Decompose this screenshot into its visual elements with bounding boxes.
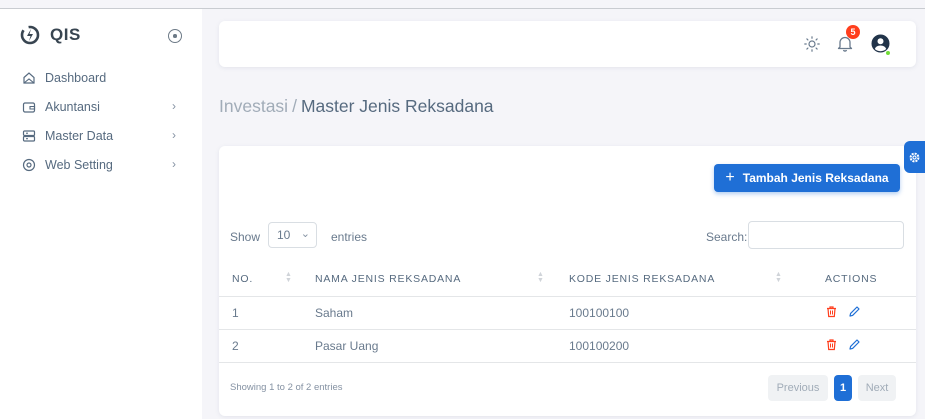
edit-pencil-icon[interactable] (848, 305, 861, 318)
cell-nama: Saham (303, 296, 557, 330)
breadcrumb-parent[interactable]: Investasi (219, 96, 288, 116)
cell-no: 2 (219, 329, 303, 363)
column-header-nama[interactable]: NAMA JENIS REKSADANA ▲ ▼ (303, 262, 557, 297)
entries-per-page-select[interactable]: 10 ⌄ (268, 222, 317, 248)
chevron-right-icon: › (172, 157, 176, 171)
settings-gear-icon (909, 152, 920, 162)
column-header-no[interactable]: NO. ▲ ▼ (219, 262, 303, 297)
sort-icon: ▲ ▼ (775, 271, 783, 284)
sidebar-item-label: Dashboard (45, 71, 107, 85)
brand[interactable]: QIS (20, 25, 81, 45)
search-input[interactable] (748, 221, 904, 249)
table-row: 2 Pasar Uang 100100200 (219, 329, 916, 363)
data-table: NO. ▲ ▼ NAMA JENIS REKSADANA ▲ ▼ KODE JENI… (219, 262, 916, 363)
table-header-row: NO. ▲ ▼ NAMA JENIS REKSADANA ▲ ▼ KODE JENI… (219, 262, 916, 297)
cog-icon (21, 158, 36, 173)
delete-trash-icon[interactable] (825, 305, 838, 318)
chevron-right-icon: › (172, 128, 176, 142)
notification-count-badge: 5 (846, 25, 860, 39)
column-header-label: NO. (232, 272, 254, 285)
page-title: Master Jenis Reksadana (300, 96, 494, 116)
search-label: Search: (706, 230, 748, 244)
theme-customizer-toggle[interactable] (904, 141, 925, 173)
content-card: + Tambah Jenis Reksadana Show 10 ⌄ entri… (219, 146, 916, 416)
entries-label: entries (331, 230, 368, 244)
server-icon (21, 129, 36, 144)
add-jenis-reksadana-button[interactable]: + Tambah Jenis Reksadana (714, 164, 900, 192)
sidebar-item-label: Master Data (45, 129, 114, 143)
sort-icon: ▲ ▼ (285, 271, 293, 284)
chevron-right-icon: › (172, 99, 176, 113)
wallet-icon (21, 100, 36, 115)
breadcrumb-separator: / (292, 96, 297, 116)
edit-pencil-icon[interactable] (848, 338, 861, 351)
pagination-next-button[interactable]: Next (858, 375, 896, 401)
cell-no: 1 (219, 296, 303, 330)
table-row: 1 Saham 100100100 (219, 296, 916, 330)
row-actions (825, 305, 861, 318)
column-header-label: NAMA JENIS REKSADANA (315, 272, 462, 285)
sidebar-item-web-setting[interactable]: Web Setting › (0, 152, 202, 178)
show-label: Show (230, 230, 261, 244)
top-navbar: 5 (219, 21, 916, 67)
sidebar-item-label: Web Setting (45, 158, 113, 172)
pagination-page-button[interactable]: 1 (834, 375, 852, 401)
sidebar-item-master-data[interactable]: Master Data › (0, 123, 202, 149)
sidebar-item-akuntansi[interactable]: Akuntansi › (0, 94, 202, 120)
sidebar-item-dashboard[interactable]: Dashboard (0, 65, 202, 91)
chevron-down-icon: ⌄ (300, 228, 310, 240)
online-status-dot (885, 50, 891, 56)
row-actions (825, 338, 861, 351)
home-icon (21, 71, 36, 86)
pagination: Previous 1 Next (768, 375, 896, 401)
pagination-previous-button[interactable]: Previous (768, 375, 828, 401)
cell-actions (789, 329, 916, 363)
brand-logo-icon (20, 25, 40, 45)
brand-name: QIS (50, 25, 81, 44)
entries-select-value: 10 (277, 228, 291, 242)
cell-actions (789, 296, 916, 330)
plus-icon: + (725, 169, 735, 186)
sidebar-menu: Dashboard Akuntansi › Master Data › Web … (0, 65, 202, 181)
column-header-kode[interactable]: KODE JENIS REKSADANA ▲ ▼ (557, 262, 789, 297)
sort-icon: ▲ ▼ (537, 271, 545, 284)
add-button-label: Tambah Jenis Reksadana (742, 171, 889, 185)
sidebar-collapse-toggle[interactable] (168, 29, 182, 43)
table-info-text: Showing 1 to 2 of 2 entries (230, 382, 343, 393)
column-header-label: ACTIONS (825, 272, 878, 285)
sidebar: QIS Dashboard Akuntansi › Master Data › (0, 9, 202, 419)
cell-kode: 100100200 (557, 329, 789, 363)
cell-nama: Pasar Uang (303, 329, 557, 363)
sidebar-item-label: Akuntansi (45, 100, 100, 114)
theme-toggle-sun-icon[interactable] (804, 36, 820, 52)
cell-kode: 100100100 (557, 296, 789, 330)
breadcrumb: Investasi / Master Jenis Reksadana (219, 96, 494, 117)
column-header-actions: ACTIONS (789, 262, 916, 297)
delete-trash-icon[interactable] (825, 338, 838, 351)
column-header-label: KODE JENIS REKSADANA (569, 272, 716, 285)
